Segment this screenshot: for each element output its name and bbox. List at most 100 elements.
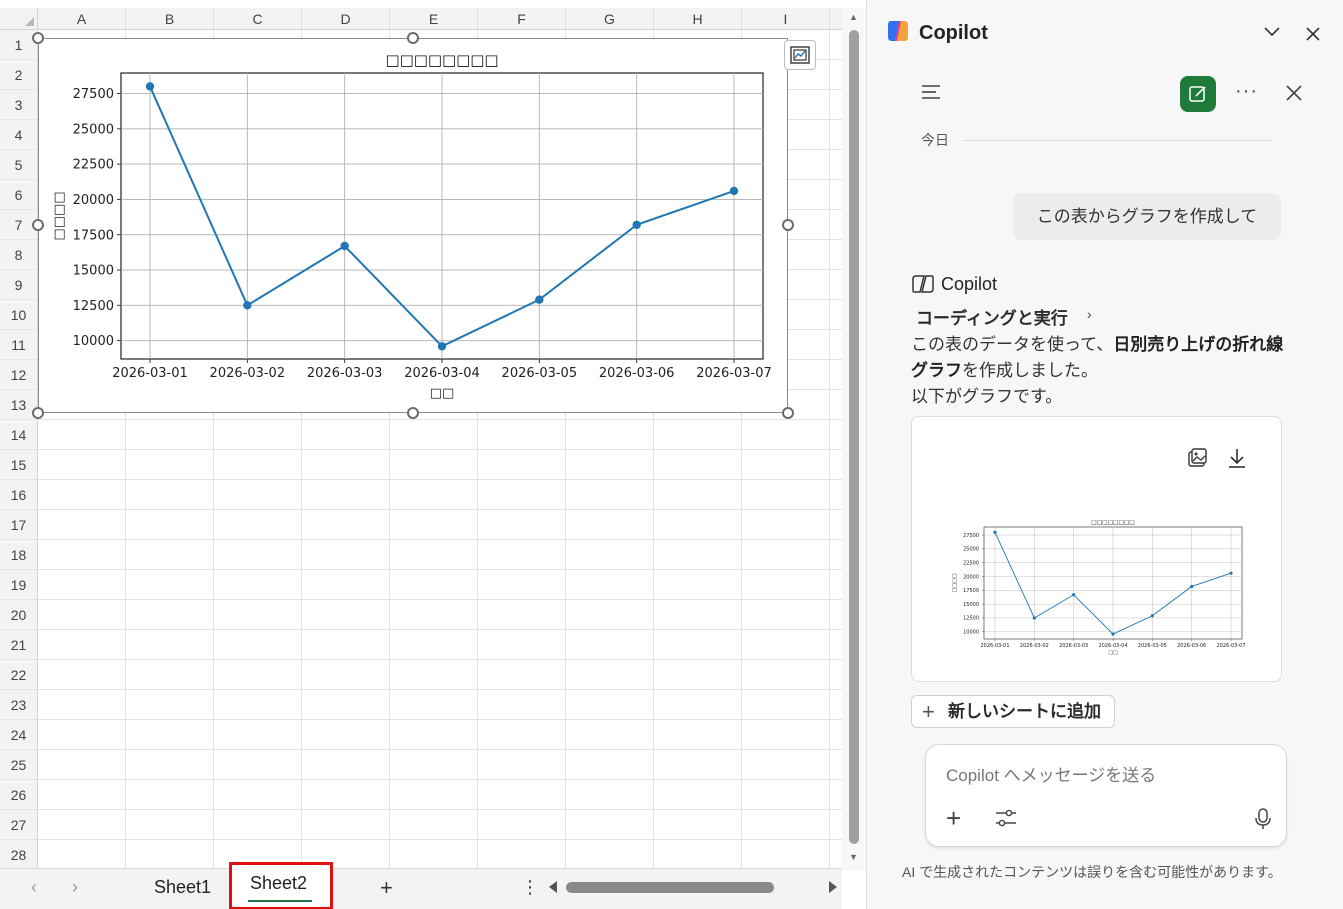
x-tick-label: 2026-03-01: [112, 366, 188, 381]
column-header[interactable]: B: [126, 8, 214, 30]
chart-layout-button[interactable]: [784, 40, 816, 70]
row-header[interactable]: 6: [0, 180, 37, 210]
row-header[interactable]: 11: [0, 330, 37, 360]
vertical-scrollbar[interactable]: ▲ ▼: [842, 8, 866, 870]
date-separator-line: [963, 140, 1273, 141]
row-header[interactable]: 24: [0, 720, 37, 750]
y-tick-label: 25000: [963, 547, 979, 553]
add-to-new-sheet-label: 新しいシートに追加: [948, 702, 1101, 721]
user-message-bubble: この表からグラフを作成して: [1013, 193, 1281, 240]
message-input-box[interactable]: Copilot へメッセージを送る +: [925, 744, 1287, 847]
response-text-line2: 以下がグラフです。: [911, 387, 1063, 406]
prev-sheet-icon[interactable]: ‹: [31, 877, 37, 898]
resize-handle-bottom-right[interactable]: [782, 407, 794, 419]
column-header[interactable]: E: [390, 8, 478, 30]
row-header[interactable]: 15: [0, 450, 37, 480]
view-image-icon[interactable]: [1186, 447, 1208, 469]
column-header[interactable]: D: [302, 8, 390, 30]
row-header[interactable]: 22: [0, 660, 37, 690]
row-header[interactable]: 5: [0, 150, 37, 180]
app-window: ABCDEFGHI 1 2 3 4 5 6 7 8 9 10 11 12 13 14 15 16 17 18 19 2…: [0, 0, 1343, 909]
row-header[interactable]: 26: [0, 780, 37, 810]
column-header[interactable]: I: [742, 8, 830, 30]
row-header[interactable]: 20: [0, 600, 37, 630]
more-options-icon[interactable]: ···: [1235, 80, 1258, 103]
row-header[interactable]: 8: [0, 240, 37, 270]
tab-sheet2[interactable]: Sheet2: [250, 873, 307, 894]
resize-handle-bottom[interactable]: [407, 407, 419, 419]
scroll-up-icon[interactable]: ▲: [849, 12, 858, 22]
x-tick-label: 2026-03-04: [404, 366, 480, 381]
row-header[interactable]: 25: [0, 750, 37, 780]
row-header[interactable]: 17: [0, 510, 37, 540]
close-pane-icon[interactable]: [1305, 26, 1321, 42]
vertical-scroll-thumb[interactable]: [849, 30, 859, 844]
y-tick-label: 15000: [963, 602, 979, 608]
row-header[interactable]: 28: [0, 840, 37, 870]
row-header[interactable]: 23: [0, 690, 37, 720]
row-header[interactable]: 19: [0, 570, 37, 600]
column-header[interactable]: H: [654, 8, 742, 30]
select-all-corner[interactable]: [0, 8, 38, 30]
y-tick-label: 27500: [963, 533, 979, 539]
download-icon[interactable]: [1226, 447, 1248, 469]
row-header[interactable]: 1: [0, 30, 37, 60]
data-point: [1032, 616, 1036, 620]
scroll-left-icon[interactable]: [549, 881, 557, 893]
row-header[interactable]: 13: [0, 390, 37, 420]
copilot-logo-icon: [888, 21, 908, 41]
data-point: [993, 530, 997, 534]
add-to-new-sheet-button[interactable]: + 新しいシートに追加: [911, 695, 1115, 728]
menu-icon[interactable]: [920, 82, 944, 102]
pane-title: Copilot: [919, 22, 988, 44]
row-header[interactable]: 14: [0, 420, 37, 450]
row-header[interactable]: 27: [0, 810, 37, 840]
chevron-down-icon[interactable]: [1263, 26, 1281, 38]
data-point: [1190, 584, 1194, 589]
chart-image-card: 10000 12500 15000 17500 20000 22500 25000 27500…: [911, 416, 1282, 682]
chevron-right-icon[interactable]: ›: [1087, 306, 1092, 322]
settings-sliders-icon[interactable]: [994, 807, 1018, 829]
chart-thumbnail[interactable]: 10000 12500 15000 17500 20000 22500 25000 27500…: [940, 513, 1250, 663]
resize-handle-top[interactable]: [407, 32, 419, 44]
row-header[interactable]: 21: [0, 630, 37, 660]
copilot-response-icon: [912, 275, 934, 293]
row-header[interactable]: 3: [0, 90, 37, 120]
scroll-right-icon[interactable]: [829, 881, 837, 893]
resize-handle-bottom-left[interactable]: [32, 407, 44, 419]
scroll-down-icon[interactable]: ▼: [849, 852, 858, 862]
x-tick-label: 2026-03-03: [307, 366, 383, 381]
y-tick-label: 27500: [73, 87, 114, 102]
message-input-placeholder[interactable]: Copilot へメッセージを送る: [946, 761, 1156, 786]
row-header[interactable]: 18: [0, 540, 37, 570]
next-sheet-icon[interactable]: ›: [72, 877, 78, 898]
resize-handle-top-left[interactable]: [32, 32, 44, 44]
row-header[interactable]: 4: [0, 120, 37, 150]
close-chat-icon[interactable]: [1285, 84, 1303, 102]
x-tick-label: 2026-03-06: [1177, 643, 1206, 649]
tab-more-icon[interactable]: ⋮: [521, 877, 539, 898]
horizontal-scroll-thumb[interactable]: [566, 882, 774, 893]
y-tick-label: 25000: [73, 122, 114, 137]
resize-handle-right[interactable]: [782, 219, 794, 231]
coding-and-execution-link[interactable]: コーディングと実行: [916, 304, 1068, 329]
row-header[interactable]: 12: [0, 360, 37, 390]
column-header[interactable]: A: [38, 8, 126, 30]
response-text-part1: この表のデータを使って、: [911, 335, 1114, 354]
data-point: [632, 220, 641, 230]
column-header[interactable]: G: [566, 8, 654, 30]
column-header[interactable]: C: [214, 8, 302, 30]
row-headers: 1 2 3 4 5 6 7 8 9 10 11 12 13 14 15 16 17 18 19 20 21 22 23 24 2…: [0, 30, 38, 870]
row-header[interactable]: 9: [0, 270, 37, 300]
row-header[interactable]: 16: [0, 480, 37, 510]
chart-object[interactable]: 10000 12500 15000 17500 20000 22500 25000 27500…: [38, 38, 788, 413]
tab-sheet1[interactable]: Sheet1: [154, 877, 211, 898]
row-header[interactable]: 2: [0, 60, 37, 90]
attach-plus-icon[interactable]: +: [946, 803, 961, 834]
new-chat-button[interactable]: [1180, 76, 1216, 112]
column-header[interactable]: F: [478, 8, 566, 30]
add-sheet-icon[interactable]: +: [380, 875, 393, 901]
microphone-icon[interactable]: [1254, 807, 1272, 831]
resize-handle-left[interactable]: [32, 219, 44, 231]
row-header[interactable]: 10: [0, 300, 37, 330]
